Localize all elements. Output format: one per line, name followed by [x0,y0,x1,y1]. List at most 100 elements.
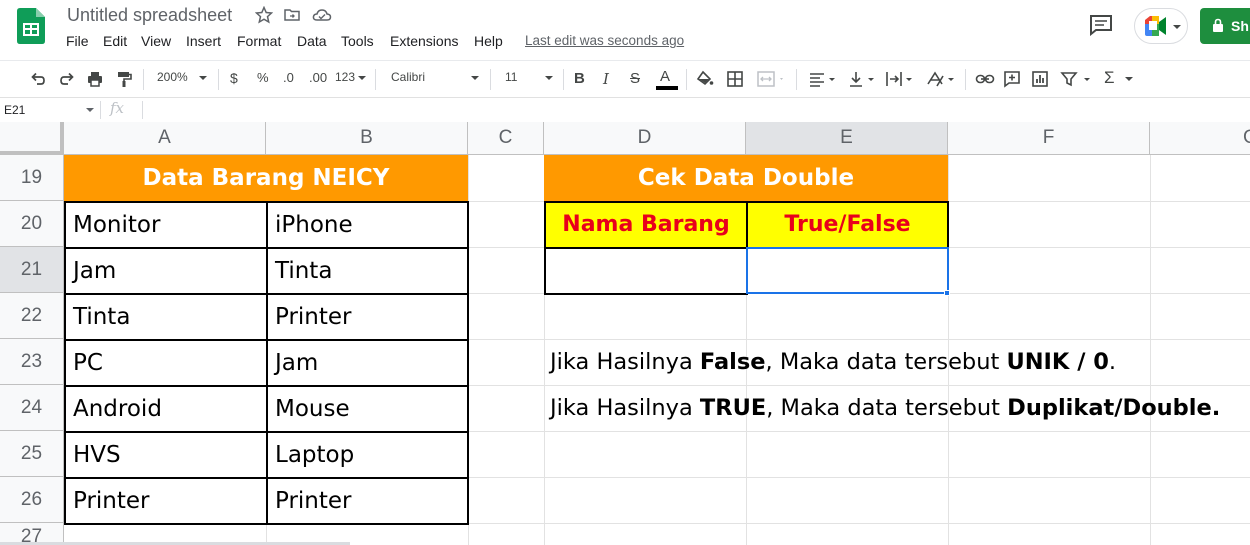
more-formats-select[interactable]: 123 [335,70,367,88]
toolbar-divider [965,69,966,90]
column-header-b[interactable]: B [266,122,468,155]
insert-link-icon[interactable] [975,70,995,88]
cell-b20[interactable]: iPhone [266,201,469,249]
vertical-align-icon[interactable] [847,70,879,88]
italic-button[interactable]: I [603,70,609,88]
increase-decimal-button[interactable]: .00 [309,70,327,88]
cell-b23[interactable]: Jam [266,339,469,387]
horizontal-align-icon[interactable] [808,70,840,88]
cell-e20-true-false[interactable]: True/False [746,201,949,249]
menu-file[interactable]: File [66,33,89,49]
table-right-header[interactable]: Cek Data Double [544,155,948,201]
cell-d20-nama-barang[interactable]: Nama Barang [544,201,748,249]
cell-a26[interactable]: Printer [64,477,268,525]
insert-chart-icon[interactable] [1031,70,1049,88]
redo-icon[interactable] [58,70,76,88]
more-formats-dropdown-icon [358,76,366,80]
star-icon[interactable] [254,5,274,24]
meet-button[interactable] [1134,8,1188,44]
undo-icon[interactable] [29,70,47,88]
bold-button[interactable]: B [574,70,585,88]
fill-handle[interactable] [944,290,950,296]
cell-a24[interactable]: Android [64,385,268,433]
row-header-22[interactable]: 22 [0,293,64,339]
menu-format[interactable]: Format [237,33,281,49]
text-color-button[interactable]: A [656,68,678,90]
last-edit-link[interactable]: Last edit was seconds ago [525,33,684,48]
note2-bold-duplikat: Duplikat/Double. [1007,395,1221,421]
menu-help[interactable]: Help [474,33,503,49]
note1-middle: , Maka data tersebut [765,349,1007,375]
note-line-false: Jika Hasilnya False, Maka data tersebut … [550,339,1116,385]
functions-dropdown-icon [1125,77,1133,81]
decrease-decimal-button[interactable]: .0 [283,70,294,88]
formula-input[interactable] [150,100,1240,120]
column-header-e[interactable]: E [746,122,948,155]
cell-b22[interactable]: Printer [266,293,469,341]
font-family-dropdown-icon [471,76,479,80]
functions-button[interactable]: Σ [1104,68,1138,88]
merge-cells-icon[interactable] [756,70,786,88]
share-label: Sh [1231,18,1249,34]
cell-b26[interactable]: Printer [266,477,469,525]
more-formats-label: 123 [335,70,356,84]
strikethrough-button[interactable]: S [630,70,640,88]
insert-comment-icon[interactable] [1003,70,1021,88]
row-header-21[interactable]: 21 [0,247,64,293]
borders-icon[interactable] [726,70,744,88]
zoom-select[interactable]: 200% [157,70,209,88]
cell-b24[interactable]: Mouse [266,385,469,433]
print-icon[interactable] [86,70,104,88]
cell-a25[interactable]: HVS [64,431,268,479]
column-header-f[interactable]: F [948,122,1150,155]
share-button[interactable]: Sh [1200,8,1250,44]
fx-icon: fx [110,99,125,117]
font-family-value: Calibri [391,70,426,84]
cell-d21[interactable] [544,247,748,295]
fill-color-icon[interactable] [696,70,714,88]
cell-b25[interactable]: Laptop [266,431,469,479]
sheets-logo-icon[interactable] [17,8,45,44]
cell-a20[interactable]: Monitor [64,201,268,249]
cell-a23[interactable]: PC [64,339,268,387]
menu-data[interactable]: Data [297,33,327,49]
menu-view[interactable]: View [141,33,171,49]
document-title[interactable]: Untitled spreadsheet [67,5,232,26]
cell-a22[interactable]: Tinta [64,293,268,341]
move-folder-icon[interactable] [283,6,301,24]
text-rotation-icon[interactable] [925,70,959,88]
currency-format-button[interactable]: $ [230,70,238,88]
row-header-20[interactable]: 20 [0,201,64,247]
text-wrapping-icon[interactable] [885,70,917,88]
column-header-d[interactable]: D [544,122,746,155]
percent-format-button[interactable]: % [257,70,269,88]
row-header-26[interactable]: 26 [0,477,64,523]
row-header-25[interactable]: 25 [0,431,64,477]
active-cell-selection[interactable] [746,247,949,294]
column-header-c[interactable]: C [468,122,544,155]
font-size-select[interactable]: 11 [505,70,555,88]
row-header-23[interactable]: 23 [0,339,64,385]
column-header-g[interactable]: G [1150,122,1250,155]
row-header-19[interactable]: 19 [0,155,64,201]
font-size-dropdown-icon [545,76,553,80]
name-box[interactable]: E21 [0,98,98,122]
toolbar-divider [143,69,144,90]
cell-b21[interactable]: Tinta [266,247,469,295]
cell-a21[interactable]: Jam [64,247,268,295]
filter-icon[interactable] [1060,70,1094,88]
row-header-24[interactable]: 24 [0,385,64,431]
column-header-a[interactable]: A [64,122,266,155]
zoom-value: 200% [157,70,188,84]
menu-tools[interactable]: Tools [341,33,374,49]
menu-extensions[interactable]: Extensions [390,33,458,49]
menu-edit[interactable]: Edit [103,33,127,49]
menu-insert[interactable]: Insert [186,33,221,49]
note2-middle: , Maka data tersebut [766,395,1008,421]
paint-format-icon[interactable] [115,70,133,88]
select-all-corner[interactable] [0,122,64,155]
comment-history-icon[interactable] [1089,14,1113,37]
table-left-header[interactable]: Data Barang NEICY [64,155,468,201]
cloud-status-icon[interactable] [312,6,332,24]
font-family-select[interactable]: Calibri [391,70,481,88]
